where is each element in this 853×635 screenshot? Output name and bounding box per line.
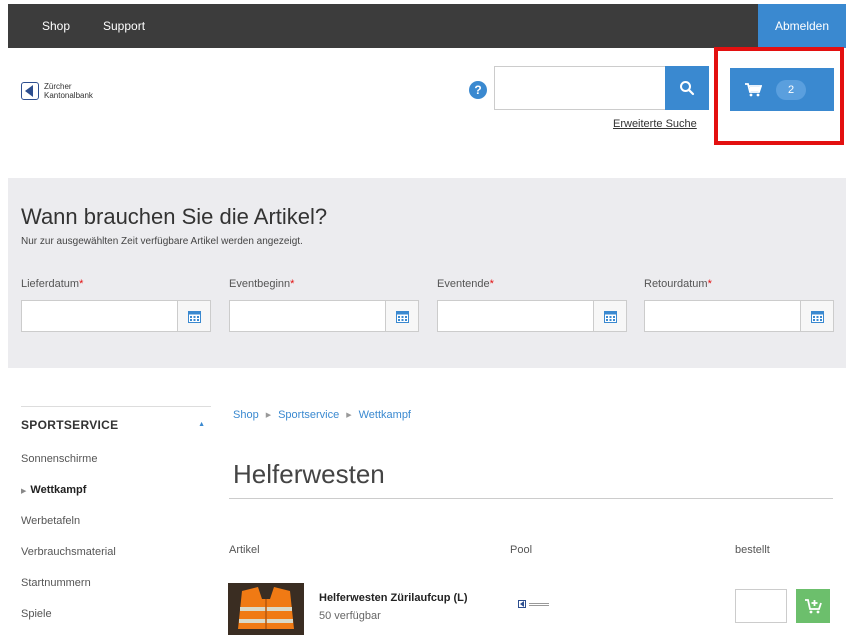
breadcrumb-separator-icon: ▶	[346, 412, 352, 419]
calendar-button[interactable]	[178, 300, 211, 332]
bank-logo-mark	[21, 82, 39, 100]
calendar-icon	[395, 310, 409, 323]
date-field-label: Eventende*	[437, 278, 627, 290]
required-marker: *	[707, 278, 712, 290]
nav-support-label: Support	[103, 19, 146, 33]
date-input-group	[644, 300, 834, 332]
search-icon	[680, 81, 695, 96]
bank-logo[interactable]: Zürcher Kantonalbank	[21, 82, 93, 100]
date-field-eventbeginn: Eventbeginn*	[229, 278, 419, 332]
sidebar-item-label: Wettkampf	[30, 484, 87, 496]
sidebar-item-label: Verbrauchsmaterial	[21, 546, 116, 558]
pool-logo-mark	[518, 600, 526, 608]
logo-line-2: Kantonalbank	[44, 91, 93, 100]
date-field-retourdatum: Retourdatum*	[644, 278, 834, 332]
date-field-lieferdatum: Lieferdatum*	[21, 278, 211, 332]
breadcrumb-separator-icon: ▶	[265, 412, 272, 419]
date-field-label: Eventbeginn*	[229, 278, 419, 290]
calendar-icon	[603, 310, 617, 323]
active-item-arrow-icon: ▶	[21, 488, 27, 495]
sidebar-category-title: SPORTSERVICE	[21, 417, 119, 432]
date-panel-title: Wann brauchen Sie die Artikel?	[21, 204, 328, 229]
pool-bank-logo	[518, 600, 549, 608]
sidebar-item-sonnenschirme[interactable]: Sonnenschirme	[21, 453, 97, 465]
calendar-button[interactable]	[594, 300, 627, 332]
add-to-cart-icon	[805, 599, 822, 614]
date-selection-panel: Wann brauchen Sie die Artikel? Nur zur a…	[8, 178, 846, 368]
sidebar-item-startnummern[interactable]: Startnummern	[21, 577, 91, 589]
column-header-artikel: Artikel	[229, 544, 260, 556]
logout-label: Abmelden	[774, 19, 830, 33]
sidebar-item-label: Sonnenschirme	[21, 453, 98, 465]
page-title: Helferwesten	[233, 459, 385, 489]
required-marker: *	[79, 278, 84, 290]
date-field-label: Retourdatum*	[644, 278, 834, 290]
nav-support[interactable]: Support	[103, 4, 145, 48]
title-divider	[229, 498, 833, 499]
date-input-group	[21, 300, 211, 332]
sidebar-item-spiele[interactable]: Spiele	[21, 608, 52, 620]
page-frame: Shop Support Abmelden Zürcher Kantonalba…	[8, 4, 846, 635]
sidebar-item-label: Startnummern	[21, 577, 91, 589]
sidebar-item-label: Spiele	[21, 608, 52, 620]
breadcrumb-wettkampf[interactable]: Wettkampf	[359, 409, 411, 421]
lieferdatum-input[interactable]	[21, 300, 178, 332]
retourdatum-input[interactable]	[644, 300, 801, 332]
nav-shop[interactable]: Shop	[42, 4, 70, 48]
sidebar-item-werbetafeln[interactable]: Werbetafeln	[21, 515, 80, 527]
logout-button[interactable]: Abmelden	[758, 4, 846, 48]
search-button[interactable]	[665, 66, 709, 110]
cart-highlight-frame	[714, 47, 844, 145]
product-availability: 50 verfügbar	[319, 610, 381, 622]
date-field-label-text: Lieferdatum	[21, 278, 80, 290]
safety-vest-icon	[228, 583, 304, 635]
quantity-input[interactable]	[735, 589, 787, 623]
sidebar-item-label: Werbetafeln	[21, 515, 81, 527]
date-input-group	[437, 300, 627, 332]
breadcrumb: Shop ▶ Sportservice ▶ Wettkampf	[233, 409, 411, 421]
required-marker: *	[489, 278, 494, 290]
date-field-label: Lieferdatum*	[21, 278, 211, 290]
date-field-label-text: Eventende	[437, 278, 490, 290]
sidebar-item-verbrauchsmaterial[interactable]: Verbrauchsmaterial	[21, 546, 116, 558]
required-marker: *	[290, 278, 295, 290]
nav-shop-label: Shop	[42, 19, 71, 33]
date-field-label-text: Eventbeginn	[229, 278, 291, 290]
search-input[interactable]	[494, 66, 665, 110]
add-to-cart-button[interactable]	[796, 589, 830, 623]
product-image[interactable]	[228, 583, 304, 635]
eventbeginn-input[interactable]	[229, 300, 386, 332]
eventende-input[interactable]	[437, 300, 594, 332]
breadcrumb-sportservice[interactable]: Sportservice	[278, 409, 339, 421]
date-field-label-text: Retourdatum	[644, 278, 708, 290]
pool-logo-text	[529, 602, 549, 606]
date-panel-subtitle: Nur zur ausgewählten Zeit verfügbare Art…	[21, 236, 303, 247]
sidebar-category-header[interactable]: SPORTSERVICE ▲	[21, 406, 211, 442]
product-name[interactable]: Helferwesten Zürilaufcup (L)	[319, 592, 468, 604]
advanced-search-link[interactable]: Erweiterte Suche	[613, 118, 697, 130]
logo-line-1: Zürcher	[44, 82, 72, 91]
collapse-caret-icon[interactable]: ▲	[198, 421, 205, 428]
calendar-icon	[810, 310, 824, 323]
column-header-bestellt: bestellt	[735, 544, 770, 556]
calendar-button[interactable]	[386, 300, 419, 332]
column-header-pool: Pool	[510, 544, 533, 556]
calendar-icon	[187, 310, 201, 323]
bank-logo-text: Zürcher Kantonalbank	[44, 82, 93, 100]
calendar-button[interactable]	[801, 300, 834, 332]
date-input-group	[229, 300, 419, 332]
help-icon-glyph: ?	[474, 83, 482, 97]
breadcrumb-shop[interactable]: Shop	[233, 409, 259, 421]
top-navigation-bar: Shop Support Abmelden	[8, 4, 846, 48]
date-field-eventende: Eventende*	[437, 278, 627, 332]
sidebar-item-wettkampf[interactable]: ▶ Wettkampf	[21, 484, 86, 496]
help-icon[interactable]: ?	[469, 81, 487, 99]
